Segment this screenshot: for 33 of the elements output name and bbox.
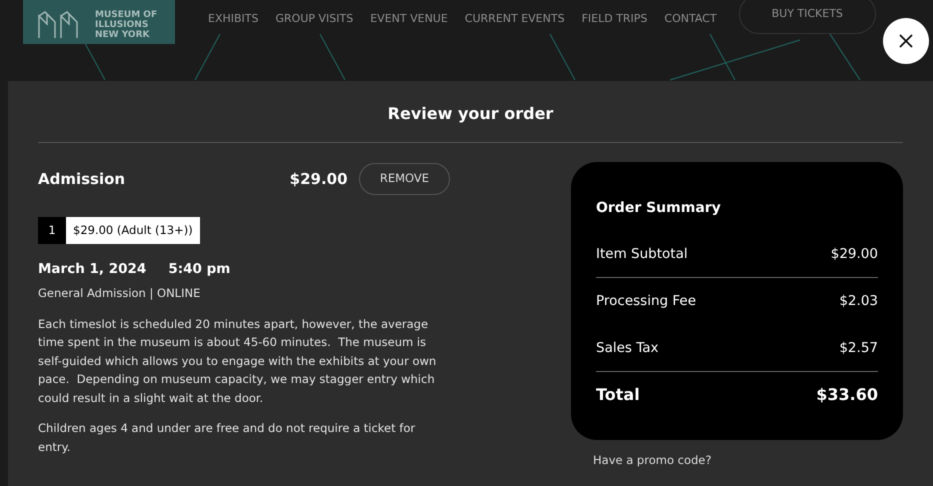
visit-date: March 1, 2024 <box>38 260 146 279</box>
summary-value: $2.57 <box>839 338 878 358</box>
close-button[interactable] <box>883 18 929 64</box>
remove-button[interactable]: REMOVE <box>358 163 450 195</box>
visit-time: 5:40 pm <box>168 260 230 279</box>
summary-label: Sales Tax <box>596 338 658 358</box>
nav-link[interactable]: FIELD TRIPS <box>582 11 648 28</box>
summary-label: Processing Fee <box>596 292 696 311</box>
total-value: $33.60 <box>816 384 878 406</box>
total-label: Total <box>596 384 640 406</box>
nav-link[interactable]: GROUP VISITS <box>276 11 354 28</box>
ticket-type-label: $29.00 (Adult (13+)) <box>66 217 200 244</box>
nav-link[interactable]: CONTACT <box>664 11 717 28</box>
description-paragraph: Each timeslot is scheduled 20 minutes apart, however, the average time spent in the museum is about 45-60 minutes. The museum is self-guided which allows you to engage with the exhibits at your own pace. Depending on museum capacity, we may stagger entry which could result in a slight wait at the door. <box>38 316 438 406</box>
promo-code-link[interactable]: Have a promo code? <box>593 452 903 470</box>
logo[interactable]: MUSEUM OF ILLUSIONS NEW YORK <box>23 0 175 44</box>
summary-title: Order Summary <box>596 199 722 218</box>
buy-tickets-button[interactable]: BUY TICKETS <box>738 0 876 34</box>
nav-link[interactable]: EXHIBITS <box>208 11 258 28</box>
summary-value: $29.00 <box>830 244 878 264</box>
item-name: Admission <box>38 168 126 190</box>
logo-text: MUSEUM OF <box>95 10 158 20</box>
nav-link[interactable]: EVENT VENUE <box>370 11 448 28</box>
item-price: $29.00 <box>290 168 349 190</box>
logo-text: ILLUSIONS <box>95 20 150 30</box>
admission-type: General Admission | ONLINE <box>38 285 202 302</box>
summary-value: $2.03 <box>839 292 878 311</box>
summary-label: Item Subtotal <box>596 244 688 264</box>
logo-text: NEW YORK <box>95 30 150 40</box>
nav-link[interactable]: CURRENT EVENTS <box>464 11 565 28</box>
description-paragraph: Children ages 4 and under are free and do not require a ticket for entry. <box>38 420 416 456</box>
modal-title: Review your order <box>38 81 903 143</box>
quantity-field[interactable]: 1 <box>38 217 66 244</box>
